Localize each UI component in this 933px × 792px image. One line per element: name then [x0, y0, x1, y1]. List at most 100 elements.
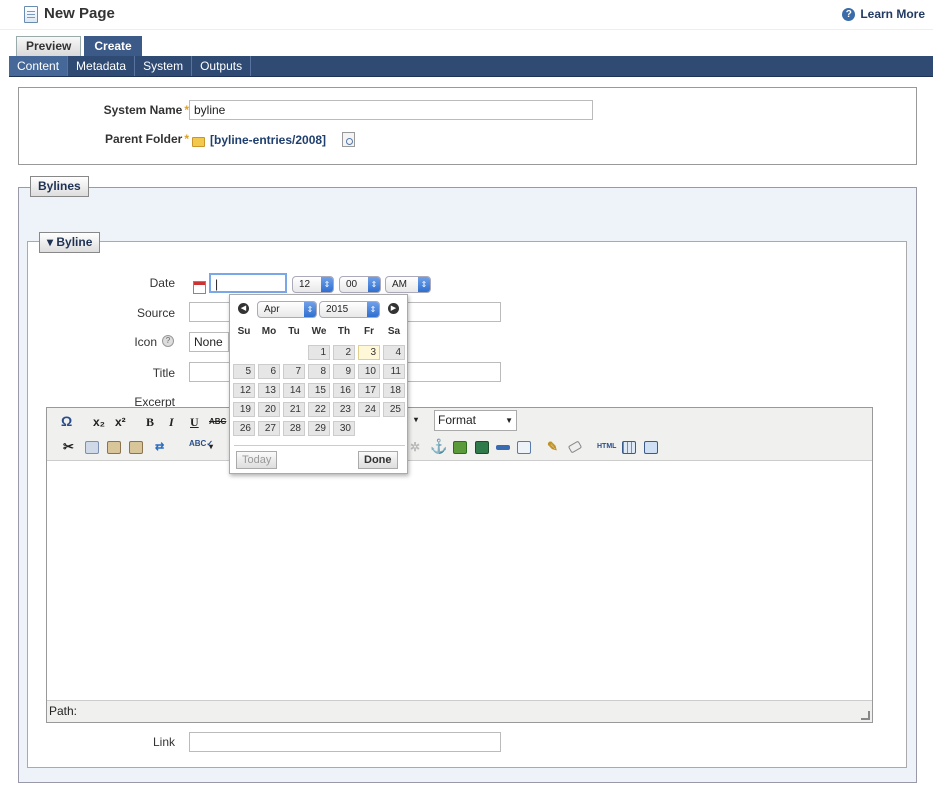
italic-icon[interactable]: I [169, 415, 174, 430]
calendar-day[interactable]: 19 [233, 402, 255, 417]
bylines-legend[interactable]: Bylines [30, 176, 89, 197]
calendar-day[interactable]: 20 [258, 402, 280, 417]
calendar-day[interactable]: 5 [233, 364, 255, 379]
learn-more-link[interactable]: ? Learn More [842, 7, 925, 21]
weekday-fr: Fr [364, 326, 374, 337]
calendar-day[interactable]: 26 [233, 421, 255, 436]
calendar-icon[interactable] [193, 281, 206, 294]
subscript-icon[interactable]: x₂ [93, 415, 105, 429]
calendar-day[interactable]: 28 [283, 421, 305, 436]
eraser-icon[interactable] [567, 440, 583, 454]
calendar-day[interactable]: 23 [333, 402, 355, 417]
date-input[interactable]: | [209, 273, 287, 293]
calendar-day[interactable]: 9 [333, 364, 355, 379]
today-button[interactable]: Today [236, 451, 278, 469]
media-icon[interactable] [475, 441, 489, 454]
unlink-icon[interactable]: ✲ [410, 440, 420, 454]
underline-icon[interactable]: U [190, 415, 199, 430]
help-icon[interactable]: ? [162, 335, 174, 347]
format-select[interactable]: Format ▼ [434, 410, 517, 431]
calendar-day[interactable]: 15 [308, 383, 330, 398]
byline-legend[interactable]: ▾ Byline [39, 232, 101, 253]
calendar-day[interactable]: 3 [358, 345, 380, 360]
paste-icon[interactable] [107, 441, 121, 454]
html-source-icon[interactable]: HTML [597, 443, 616, 450]
page-icon [24, 6, 38, 23]
hour-value: 12 [299, 279, 311, 290]
path-label: Path: [49, 704, 78, 718]
paste-text-icon[interactable] [129, 441, 143, 454]
cut-icon[interactable]: ✂ [63, 439, 74, 455]
title-label: Title [152, 366, 175, 380]
find-replace-icon[interactable]: ⇄ [155, 440, 164, 453]
ampm-select[interactable]: AM ⇕ [385, 276, 431, 293]
hour-arrows-icon: ⇕ [321, 277, 333, 292]
calendar-day[interactable]: 17 [358, 383, 380, 398]
bold-icon[interactable]: B [146, 415, 154, 430]
superscript-icon[interactable]: x² [115, 415, 126, 429]
tab-preview[interactable]: Preview [16, 36, 82, 56]
special-char-icon[interactable]: Ω [61, 413, 72, 429]
year-arrows-icon: ⇕ [367, 302, 379, 317]
edit-icon[interactable] [517, 441, 531, 454]
weekday-su: Su [237, 326, 251, 337]
calendar-day[interactable]: 16 [333, 383, 355, 398]
editor-body[interactable] [47, 461, 872, 700]
spellcheck-arrow-icon[interactable]: ▾ [209, 442, 213, 451]
cleanup-icon[interactable]: ✎ [547, 439, 558, 455]
calendar-day[interactable]: 2 [333, 345, 355, 360]
year-value: 2015 [326, 304, 349, 315]
horizontal-rule-icon[interactable] [496, 445, 510, 450]
done-button[interactable]: Done [358, 451, 398, 469]
copy-icon[interactable] [85, 441, 99, 454]
fullscreen-icon[interactable] [644, 441, 658, 454]
icon-select[interactable]: None [189, 332, 229, 352]
calendar-day[interactable]: 6 [258, 364, 280, 379]
calendar-day[interactable]: 29 [308, 421, 330, 436]
calendar-day[interactable]: 14 [283, 383, 305, 398]
parent-folder-label: Parent Folder * [104, 132, 189, 146]
calendar-day[interactable]: 10 [358, 364, 380, 379]
editor-path-bar: Path: [47, 700, 872, 722]
strikethrough-icon[interactable]: ABC [209, 417, 226, 426]
calendar-day[interactable]: 7 [283, 364, 305, 379]
folder-icon [192, 137, 205, 147]
subnav-outputs[interactable]: Outputs [192, 56, 252, 76]
month-select[interactable]: Apr ⇕ [257, 301, 317, 318]
prev-month-icon[interactable]: ◀ [238, 303, 249, 314]
calendar-day[interactable]: 4 [383, 345, 405, 360]
calendar-day[interactable]: 21 [283, 402, 305, 417]
subnav-system[interactable]: System [135, 56, 193, 76]
image-icon[interactable] [453, 441, 467, 454]
parent-folder-link[interactable]: [byline-entries/2008] [210, 133, 326, 147]
calendar-day[interactable]: 22 [308, 402, 330, 417]
subnav-metadata[interactable]: Metadata [68, 56, 136, 76]
minute-select[interactable]: 00 ⇕ [339, 276, 381, 293]
calendar-day[interactable]: 18 [383, 383, 405, 398]
calendar-day[interactable]: 24 [358, 402, 380, 417]
calendar-day[interactable]: 30 [333, 421, 355, 436]
calendar-day[interactable]: 11 [383, 364, 405, 379]
mode-tabs: Preview Create [16, 36, 142, 56]
calendar-day[interactable]: 12 [233, 383, 255, 398]
anchor-icon[interactable]: ⚓ [430, 438, 447, 455]
resize-handle-icon[interactable] [861, 711, 870, 720]
font-dropdown-arrow-icon[interactable]: ▾ [414, 415, 418, 424]
weekday-mo: Mo [261, 326, 277, 337]
next-month-icon[interactable]: ▶ [388, 303, 399, 314]
calendar-day[interactable]: 8 [308, 364, 330, 379]
year-select[interactable]: 2015 ⇕ [319, 301, 380, 318]
hour-select[interactable]: 12 ⇕ [292, 276, 334, 293]
system-name-input[interactable]: byline [189, 100, 593, 120]
browse-folder-icon[interactable] [342, 132, 355, 147]
calendar-day[interactable]: 25 [383, 402, 405, 417]
link-input[interactable] [189, 732, 501, 752]
table-icon[interactable] [622, 441, 636, 454]
calendar-day[interactable]: 1 [308, 345, 330, 360]
subnav-content[interactable]: Content [9, 56, 69, 76]
tab-create[interactable]: Create [84, 36, 142, 56]
calendar-day[interactable]: 27 [258, 421, 280, 436]
properties-panel: System Name * byline Parent Folder * [byli… [18, 87, 917, 165]
calendar-day[interactable]: 13 [258, 383, 280, 398]
weekday-sa: Sa [387, 326, 401, 337]
